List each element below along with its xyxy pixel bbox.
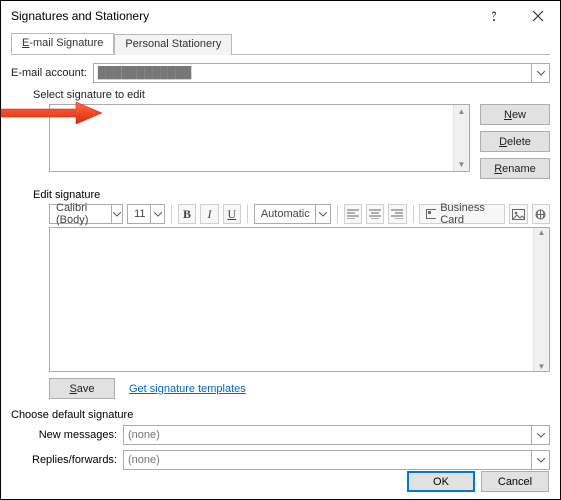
- scrollbar[interactable]: ▲▼: [453, 105, 469, 171]
- align-center-button[interactable]: [366, 204, 384, 224]
- tab-label: E-mail Signature: [22, 37, 103, 49]
- globe-icon: [534, 209, 547, 220]
- label-new-messages: New messages:: [17, 429, 123, 441]
- align-right-button[interactable]: [388, 204, 406, 224]
- signature-editor[interactable]: ▲▼: [49, 227, 550, 372]
- tab-email-signature[interactable]: E-mail Signature: [11, 33, 114, 54]
- replies-select[interactable]: (none): [123, 450, 550, 470]
- tab-personal-stationery[interactable]: Personal Stationery: [114, 34, 232, 55]
- color-select[interactable]: Automatic: [254, 204, 331, 224]
- chevron-down-icon: [150, 205, 164, 223]
- label-email-account: E-mail account:: [11, 67, 87, 79]
- image-icon: [512, 209, 525, 220]
- underline-button[interactable]: U: [223, 204, 241, 224]
- chevron-down-icon: [531, 451, 549, 469]
- size-select[interactable]: 11: [127, 204, 165, 224]
- ok-button[interactable]: OK: [407, 471, 475, 492]
- email-account-select[interactable]: ████████████: [93, 63, 550, 83]
- separator: [171, 205, 172, 223]
- size-value: 11: [128, 208, 150, 220]
- bold-button[interactable]: B: [178, 204, 196, 224]
- picture-button[interactable]: [509, 204, 527, 224]
- label-select-signature: Select signature to edit: [33, 89, 550, 101]
- scrollbar[interactable]: ▲▼: [533, 228, 549, 371]
- business-card-label: Business Card: [440, 202, 498, 226]
- label-replies: Replies/forwards:: [17, 454, 123, 466]
- font-value: Calibri (Body): [50, 202, 111, 226]
- separator: [247, 205, 248, 223]
- color-value: Automatic: [255, 208, 315, 220]
- separator: [413, 205, 414, 223]
- business-card-button[interactable]: Business Card: [419, 204, 505, 224]
- align-left-button[interactable]: [344, 204, 362, 224]
- window-title: Signatures and Stationery: [11, 9, 472, 23]
- label-choose-default: Choose default signature: [11, 409, 550, 421]
- link-button[interactable]: [532, 204, 550, 224]
- chevron-down-icon: [315, 205, 330, 223]
- signature-list[interactable]: ▲▼: [49, 104, 470, 172]
- italic-button[interactable]: I: [200, 204, 218, 224]
- font-select[interactable]: Calibri (Body): [49, 204, 123, 224]
- templates-link[interactable]: Get signature templates: [129, 383, 246, 395]
- chevron-down-icon: [531, 64, 549, 82]
- save-button[interactable]: Save: [49, 378, 115, 399]
- tab-label: Personal Stationery: [125, 38, 221, 50]
- rename-button[interactable]: Rename: [480, 158, 550, 179]
- delete-button[interactable]: Delete: [480, 131, 550, 152]
- close-button[interactable]: [516, 1, 560, 31]
- card-icon: [426, 209, 436, 219]
- label-edit-signature: Edit signature: [33, 189, 550, 201]
- separator: [337, 205, 338, 223]
- replies-value: (none): [128, 454, 160, 466]
- chevron-down-icon: [111, 205, 122, 223]
- cancel-button[interactable]: Cancel: [481, 471, 549, 492]
- help-button[interactable]: [472, 1, 516, 31]
- new-messages-value: (none): [128, 429, 160, 441]
- email-account-value: ████████████: [98, 67, 192, 79]
- new-messages-select[interactable]: (none): [123, 425, 550, 445]
- new-button[interactable]: New: [480, 104, 550, 125]
- chevron-down-icon: [531, 426, 549, 444]
